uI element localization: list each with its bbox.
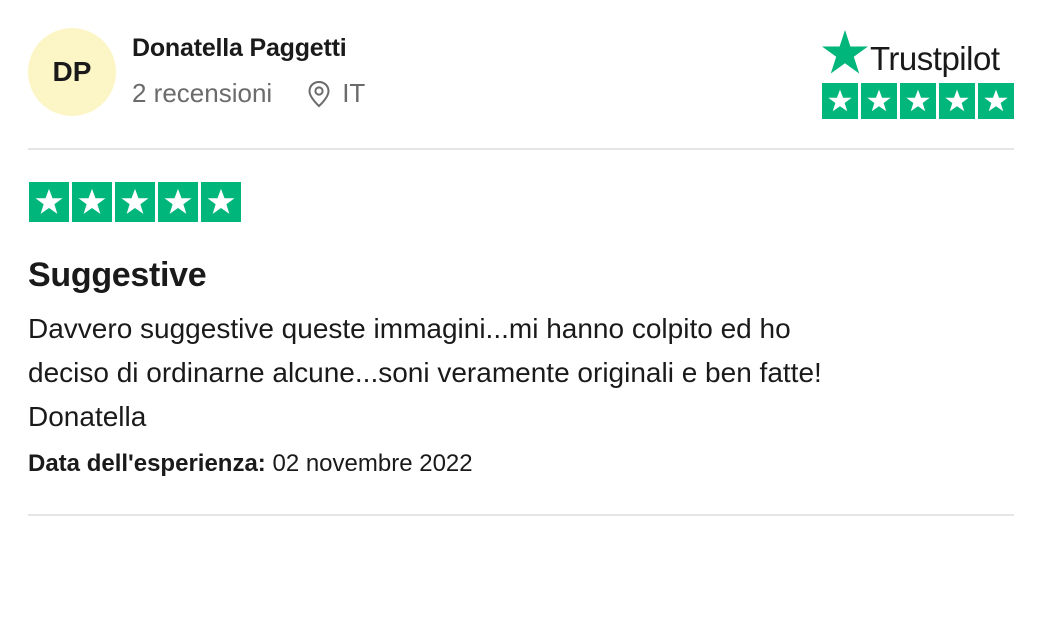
review-card: DP Donatella Paggetti 2 recensioni IT Tr… [0, 0, 1039, 623]
star-icon [822, 83, 858, 119]
star-icon [900, 83, 936, 119]
review-body-line: deciso di ordinarne alcune...soni verame… [28, 357, 822, 388]
avatar[interactable]: DP [28, 28, 116, 116]
reviewer-meta: 2 recensioni IT [132, 78, 365, 109]
review-body: Davvero suggestive queste immagini...mi … [28, 307, 998, 439]
review-title[interactable]: Suggestive [28, 256, 207, 295]
avatar-initials: DP [52, 56, 92, 87]
star-icon [861, 83, 897, 119]
review-header: DP Donatella Paggetti 2 recensioni IT Tr… [28, 28, 1014, 120]
location-pin-icon [308, 80, 330, 107]
experience-label: Data dell'esperienza: [28, 450, 266, 477]
divider [28, 148, 1014, 150]
star-icon [72, 182, 112, 222]
star-icon [978, 83, 1014, 119]
reviews-count: 2 recensioni [132, 78, 273, 108]
review-body-line: Davvero suggestive queste immagini...mi … [28, 313, 791, 344]
star-icon [29, 182, 69, 222]
reviewer-name[interactable]: Donatella Paggetti [132, 34, 347, 63]
star-icon [939, 83, 975, 119]
star-icon [201, 182, 241, 222]
star-icon [115, 182, 155, 222]
star-icon [158, 182, 198, 222]
trustpilot-star-icon [822, 30, 868, 74]
trustpilot-rating-stars [822, 83, 1014, 119]
trustpilot-logo[interactable]: Trustpilot [822, 30, 1014, 120]
experience-date: Data dell'esperienza: 02 novembre 2022 [28, 450, 473, 478]
review-rating-stars [29, 182, 241, 222]
trustpilot-wordmark: Trustpilot [870, 40, 1000, 77]
divider [28, 514, 1014, 516]
review-body-line: Donatella [28, 401, 147, 432]
experience-value: 02 novembre 2022 [272, 450, 473, 477]
reviewer-country: IT [342, 78, 366, 108]
